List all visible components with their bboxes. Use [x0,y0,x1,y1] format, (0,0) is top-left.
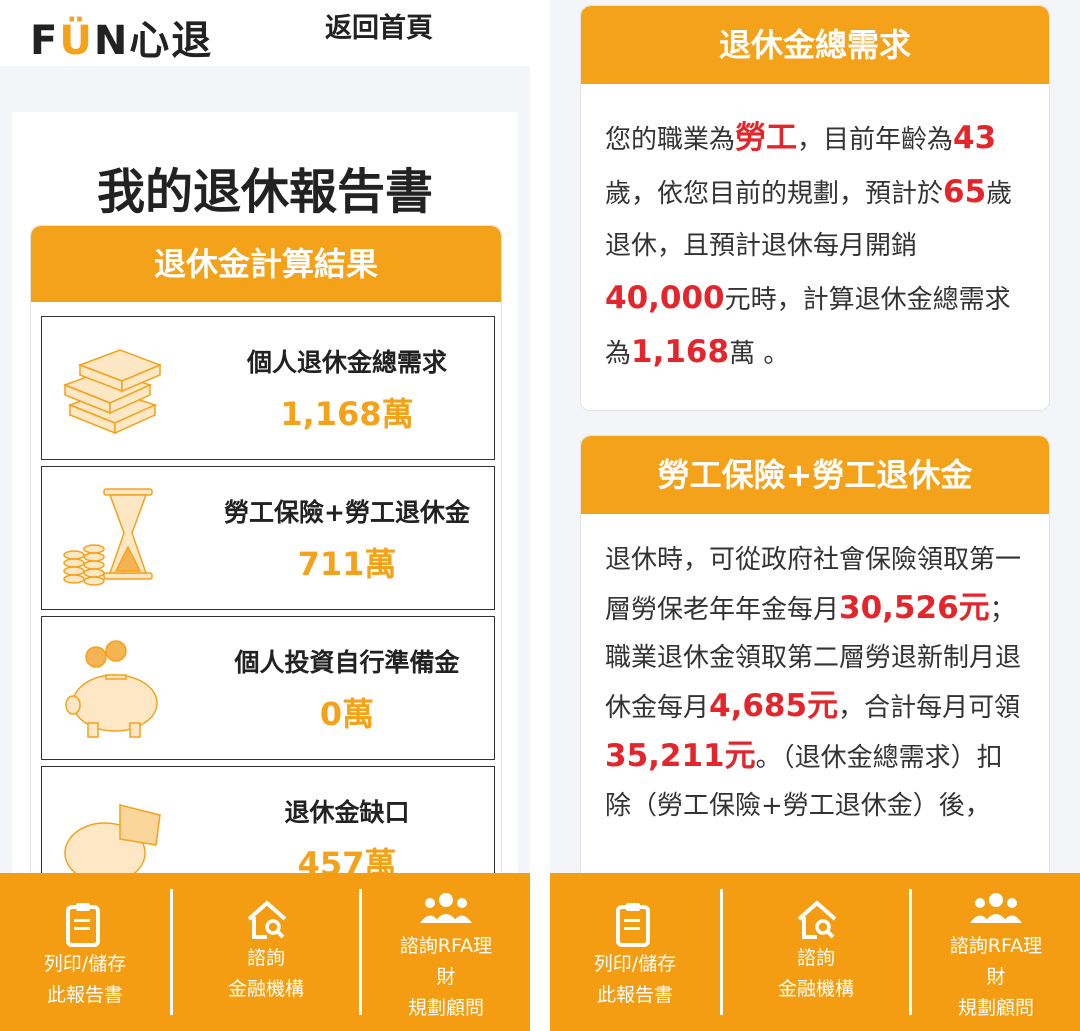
fun-logo[interactable]: FÜN心退 [30,8,213,66]
nav-label: 列印/儲存 [43,953,127,975]
consult-institution-button[interactable]: 諮詢 金融機構 [723,873,909,1031]
item-value: 1,168萬 [280,395,414,433]
consult-rfa-advisor-button[interactable]: 諮詢RFA理 財 規劃顧問 [912,873,1080,1031]
total-need-text: 您的職業為勞工，目前年齡為43歲，依您目前的規劃，預計於65歲退休，且預計退休每… [581,84,1049,400]
nav-label: 諮詢RFA理 [399,935,493,957]
piggy-bank-icon [65,640,158,738]
print-report-button[interactable]: 列印/儲存 此報告書 [550,873,720,1031]
nav-label: 金融機構 [777,978,854,1000]
top-bar: FÜN心退 返回首頁 [0,0,530,66]
monthly-expense-value: 40,000 [605,280,725,316]
home-search-icon [247,900,287,939]
left-screen: FÜN心退 返回首頁 我的退休報告書 退休金計算結果 個人退休金總需求 1,16… [0,0,530,1031]
nav-label: 規劃顧問 [407,997,484,1019]
bottom-nav: 列印/儲存 此報告書 諮詢 金融機構 諮詢RFA理 財 規劃顧問 [550,873,1080,1031]
calc-card-title: 退休金計算結果 [31,226,501,302]
occupation-value: 勞工 [735,120,798,156]
total-need-card: 退休金總需求 您的職業為勞工，目前年齡為43歲，依您目前的規劃，預計於65歲退休… [580,5,1050,411]
insurance-text: 退休時，可從政府社會保險領取第一層勞保老年年金每月30,526元；職業退休金領取… [581,514,1049,850]
group-users-icon [970,893,1022,923]
nav-label: 諮詢 [796,947,835,969]
monthly-total-value: 35,211元 [605,738,756,774]
money-stack-icon [62,349,163,435]
item-label: 勞工保險+勞工退休金 [224,498,470,527]
nav-label: 規劃顧問 [957,997,1034,1019]
new-pension-value: 4,685元 [709,688,839,724]
hourglass-coins-icon [63,488,153,586]
text-fragment: ，合計每月可領 [838,693,1021,723]
group-users-icon [420,893,472,923]
text-fragment: 萬 。 [729,339,790,369]
nav-label: 金融機構 [227,978,304,1000]
item-label: 退休金缺口 [284,798,410,827]
retire-age-value: 65 [943,174,987,210]
nav-label: 諮詢 [246,947,285,969]
home-link[interactable]: 返回首頁 [325,6,433,45]
insurance-card-title: 勞工保險+勞工退休金 [581,436,1049,514]
logo-text-prefix: F [30,18,60,64]
nav-label: 此報告書 [46,984,123,1006]
page-title: 我的退休報告書 [96,164,433,220]
item-total-need: 個人退休金總需求 1,168萬 [41,316,495,460]
item-self-invest: 個人投資自行準備金 0萬 [41,616,495,760]
home-search-icon [797,900,837,939]
print-report-button[interactable]: 列印/儲存 此報告書 [0,873,170,1031]
nav-label: 列印/儲存 [593,953,677,975]
nav-label: 財 [436,966,456,988]
nav-label: 此報告書 [596,984,673,1006]
item-label: 個人退休金總需求 [246,348,447,377]
item-insurance: 勞工保險+勞工退休金 711萬 [41,466,495,610]
labor-pension-value: 30,526元 [839,590,990,626]
total-need-card-title: 退休金總需求 [581,6,1049,84]
total-need-value: 1,168 [631,334,730,370]
age-value: 43 [953,120,997,156]
clipboard-icon [616,903,650,947]
consult-rfa-advisor-button[interactable]: 諮詢RFA理 財 規劃顧問 [362,873,530,1031]
text-fragment: 歲，依您目前的規劃，預計於 [605,179,944,209]
consult-institution-button[interactable]: 諮詢 金融機構 [173,873,359,1031]
item-label: 個人投資自行準備金 [234,648,460,677]
logo-text-suffix: N心退 [93,18,214,64]
logo-text-u: Ü [59,18,94,64]
clipboard-icon [66,903,100,947]
item-value: 0萬 [319,695,375,733]
right-screen: 退休金總需求 您的職業為勞工，目前年齡為43歲，依您目前的規劃，預計於65歲退休… [550,0,1080,1031]
text-fragment: 您的職業為 [605,125,736,155]
nav-label: 諮詢RFA理 [949,935,1043,957]
bottom-nav: 列印/儲存 此報告書 諮詢 金融機構 諮詢RFA理 財 規劃顧問 [0,873,530,1031]
screen-gutter [530,0,550,1031]
text-fragment: ，目前年齡為 [797,125,954,155]
nav-label: 財 [986,966,1006,988]
item-value: 711萬 [297,545,397,583]
